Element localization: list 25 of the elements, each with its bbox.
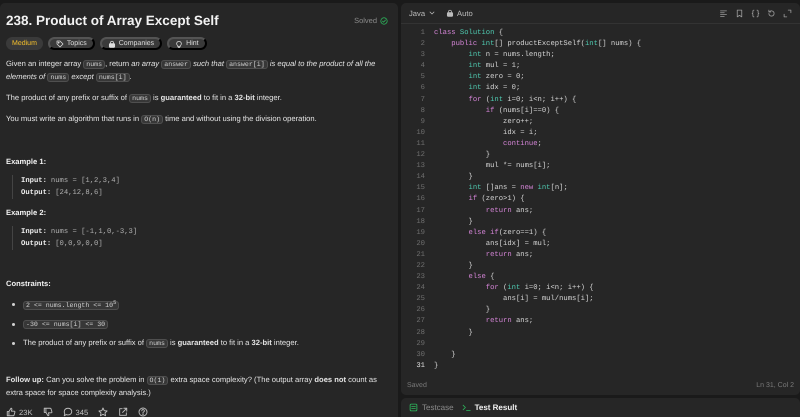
bullet-dot [12,342,15,346]
check-circle-icon [380,17,388,25]
chevron-down-icon [428,9,436,17]
braces-icon[interactable] [751,8,760,18]
lock-icon [108,40,116,48]
dislike-button[interactable] [42,407,53,417]
format-icon[interactable] [719,8,728,18]
bullet-dot [12,323,15,326]
help-button[interactable] [138,407,148,417]
panel-tab[interactable]: Test Result [462,403,518,412]
share-button[interactable] [118,407,128,417]
problem-title: 238. Product of Array Except Self [6,12,219,30]
thumbs-up-icon[interactable] [6,407,16,417]
checklist-icon [409,403,418,412]
bookmark-icon[interactable] [735,8,744,18]
terminal-icon [462,403,471,412]
lightbulb-icon [175,40,184,48]
reset-icon[interactable] [767,8,776,18]
bullet-dot [12,303,15,306]
tag-icon [56,40,64,48]
lock-icon [446,9,454,17]
panel-tab[interactable]: Testcase [409,403,454,412]
star-button[interactable] [98,407,108,417]
comment-icon[interactable] [62,407,73,417]
expand-icon[interactable] [783,8,792,18]
